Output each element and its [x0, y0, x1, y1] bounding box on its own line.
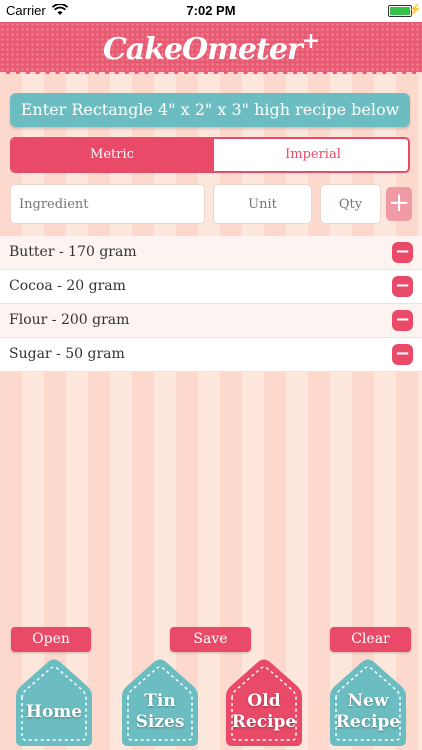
- bolt-icon: ⚡: [408, 4, 422, 16]
- remove-ingredient-button[interactable]: −: [392, 310, 413, 331]
- ingredient-input[interactable]: [10, 184, 205, 224]
- ingredient-text: Butter - 170 gram: [9, 244, 137, 260]
- clear-button[interactable]: Clear: [330, 627, 411, 652]
- list-item: Flour - 200 gram −: [0, 304, 422, 338]
- add-ingredient-button[interactable]: +: [386, 187, 412, 221]
- list-item: Cocoa - 20 gram −: [0, 270, 422, 304]
- clock: 7:02 PM: [186, 3, 236, 18]
- tab-tin-sizes-label-line2: Sizes: [135, 712, 185, 732]
- list-item: Sugar - 50 gram −: [0, 338, 422, 372]
- open-button[interactable]: Open: [11, 627, 91, 652]
- save-button[interactable]: Save: [170, 627, 251, 652]
- remove-ingredient-button[interactable]: −: [392, 344, 413, 365]
- ingredient-list: Butter - 170 gram − Cocoa - 20 gram − Fl…: [0, 236, 422, 372]
- app-title-plus: +: [301, 28, 320, 54]
- qty-input[interactable]: [320, 184, 381, 224]
- segment-imperial[interactable]: Imperial: [212, 139, 408, 171]
- tab-home[interactable]: Home: [10, 658, 98, 748]
- status-bar: Carrier 7:02 PM ⚡: [0, 0, 422, 22]
- tab-home-label: Home: [25, 702, 83, 722]
- plus-icon: +: [388, 188, 410, 218]
- unit-segmented-control: Metric Imperial: [10, 137, 410, 173]
- tab-old-recipe-label-line1: Old: [247, 691, 281, 711]
- ingredient-text: Cocoa - 20 gram: [9, 278, 126, 294]
- tab-new-recipe[interactable]: New Recipe: [324, 658, 412, 748]
- recipe-instruction-banner: Enter Rectangle 4" x 2" x 3" high recipe…: [10, 93, 410, 127]
- minus-icon: −: [394, 343, 411, 364]
- ingredient-text: Flour - 200 gram: [9, 312, 130, 328]
- tab-new-recipe-label-line2: Recipe: [335, 712, 401, 732]
- tab-tin-sizes-label-line1: Tin: [144, 691, 176, 711]
- segment-metric[interactable]: Metric: [12, 139, 212, 171]
- remove-ingredient-button[interactable]: −: [392, 276, 413, 297]
- minus-icon: −: [394, 309, 411, 330]
- tab-tin-sizes[interactable]: Tin Sizes: [116, 658, 204, 748]
- minus-icon: −: [394, 241, 411, 262]
- app-logo: CakeOmeter+: [0, 28, 422, 67]
- list-item: Butter - 170 gram −: [0, 236, 422, 270]
- unit-input[interactable]: [213, 184, 312, 224]
- tab-old-recipe[interactable]: Old Recipe: [220, 658, 308, 748]
- tab-old-recipe-label-line2: Recipe: [231, 712, 297, 732]
- ingredient-text: Sugar - 50 gram: [9, 346, 125, 362]
- remove-ingredient-button[interactable]: −: [392, 242, 413, 263]
- app-title: CakeOmeter: [102, 32, 303, 67]
- tab-new-recipe-label-line1: New: [347, 691, 389, 711]
- minus-icon: −: [394, 275, 411, 296]
